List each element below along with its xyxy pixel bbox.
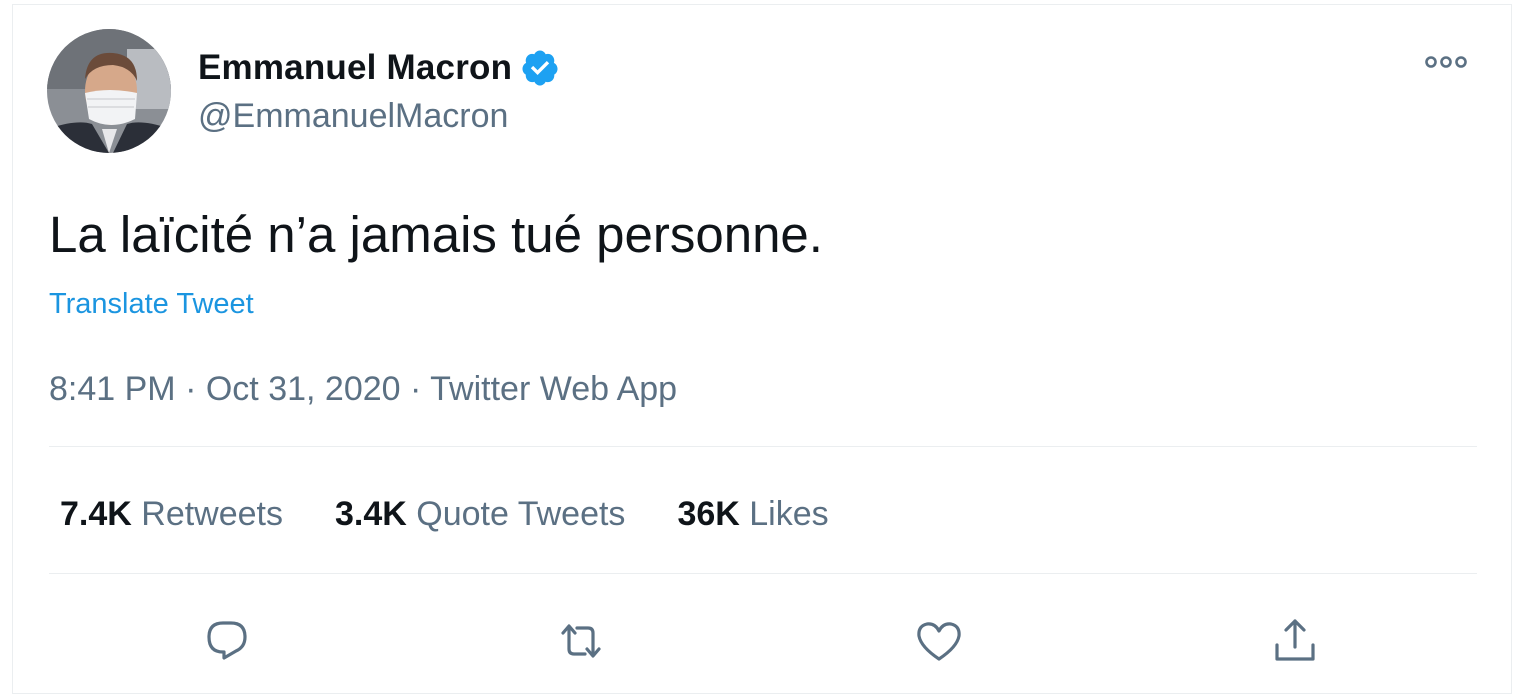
verified-badge-icon xyxy=(522,50,558,86)
like-icon xyxy=(917,622,961,661)
meta-separator: · xyxy=(410,370,431,408)
stat-label: Likes xyxy=(749,495,829,533)
translate-tweet-link[interactable]: Translate Tweet xyxy=(49,288,254,321)
tweet-date[interactable]: Oct 31, 2020 xyxy=(206,370,401,408)
tweet-stats: 7.4K Retweets 3.4K Quote Tweets 36K Like… xyxy=(60,495,881,534)
stat-value: 3.4K xyxy=(335,495,417,533)
author-name-row[interactable]: Emmanuel Macron xyxy=(198,46,560,90)
retweet-icon xyxy=(561,624,601,658)
tweet-actions xyxy=(13,613,1513,669)
author-handle[interactable]: @EmmanuelMacron xyxy=(198,97,508,136)
divider xyxy=(49,573,1477,574)
profile-photo-icon xyxy=(47,29,171,153)
display-name[interactable]: Emmanuel Macron xyxy=(198,48,512,88)
quote-tweets-count[interactable]: 3.4K Quote Tweets xyxy=(335,495,625,534)
tweet-metadata: 8:41 PM · Oct 31, 2020 · Twitter Web App xyxy=(49,370,677,409)
tweet-card: Emmanuel Macron @EmmanuelMacron La laïci… xyxy=(12,4,1512,694)
share-button[interactable] xyxy=(1267,613,1323,669)
likes-count[interactable]: 36K Likes xyxy=(677,495,828,534)
divider xyxy=(49,446,1477,447)
like-button[interactable] xyxy=(911,613,967,669)
reply-button[interactable] xyxy=(199,613,255,669)
retweets-count[interactable]: 7.4K Retweets xyxy=(60,495,283,534)
avatar[interactable] xyxy=(47,29,171,153)
tweet-time[interactable]: 8:41 PM xyxy=(49,370,176,408)
tweet-text: La laïcité n’a jamais tué personne. xyxy=(49,206,823,263)
meta-separator: · xyxy=(185,370,206,408)
stat-label: Retweets xyxy=(141,495,283,533)
retweet-button[interactable] xyxy=(553,613,609,669)
tweet-source[interactable]: Twitter Web App xyxy=(430,370,677,408)
stat-value: 7.4K xyxy=(60,495,142,533)
share-icon xyxy=(1275,619,1315,661)
more-options-button[interactable] xyxy=(1421,47,1471,77)
stat-value: 36K xyxy=(677,495,750,533)
reply-icon xyxy=(207,621,247,660)
more-options-icon xyxy=(1425,56,1467,68)
stat-label: Quote Tweets xyxy=(416,495,626,533)
